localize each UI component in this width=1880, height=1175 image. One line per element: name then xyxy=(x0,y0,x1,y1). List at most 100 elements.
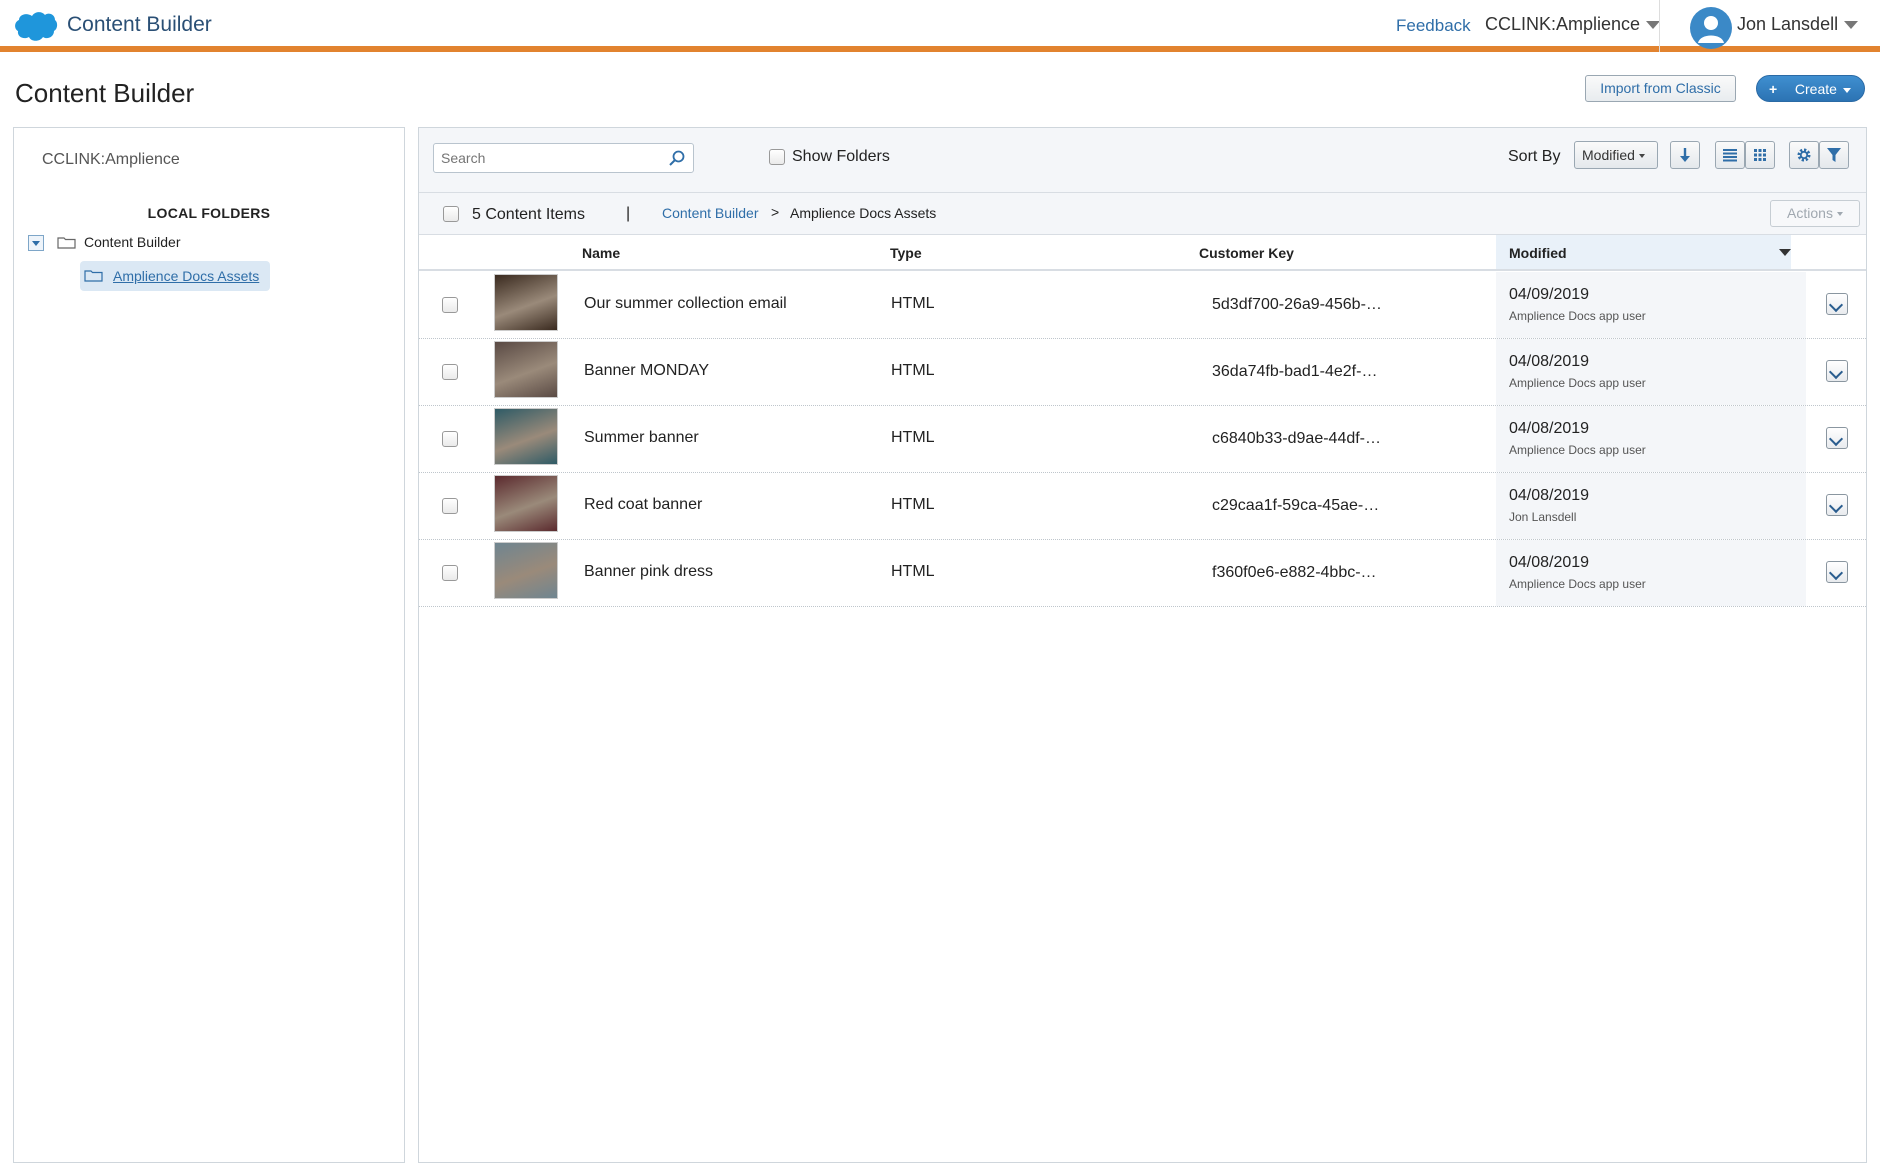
chevron-down-icon xyxy=(1844,21,1859,30)
top-bar: Content Builder Feedback CCLINK:Amplienc… xyxy=(0,0,1880,52)
item-modified-date: 04/08/2019 xyxy=(1509,353,1590,370)
select-all-checkbox[interactable] xyxy=(443,206,459,222)
item-type: HTML xyxy=(891,362,935,379)
item-name[interactable]: Red coat banner xyxy=(584,496,702,514)
create-button[interactable]: + Create xyxy=(1756,75,1865,102)
item-customer-key: c6840b33-d9ae-44df-… xyxy=(1212,430,1382,447)
list-view-icon xyxy=(1723,149,1737,162)
column-header-type[interactable]: Type xyxy=(890,245,922,261)
divider: | xyxy=(626,205,631,222)
item-name[interactable]: Banner MONDAY xyxy=(584,362,709,380)
row-checkbox[interactable] xyxy=(442,297,458,313)
column-header-customer-key[interactable]: Customer Key xyxy=(1199,245,1294,261)
search-input[interactable] xyxy=(434,144,654,172)
column-header-modified[interactable]: Modified xyxy=(1509,245,1567,261)
row-menu-chevron-icon[interactable] xyxy=(1826,293,1848,315)
app-title: Content Builder xyxy=(67,13,212,36)
salesforce-cloud-logo xyxy=(15,12,58,41)
show-folders-label: Show Folders xyxy=(792,148,890,165)
grid-view-button[interactable] xyxy=(1745,141,1775,169)
item-type: HTML xyxy=(891,429,935,446)
item-customer-key: c29caa1f-59ca-45ae-… xyxy=(1212,497,1380,514)
item-customer-key: f360f0e6-e882-4bbc-… xyxy=(1212,564,1377,581)
item-modified-date: 04/08/2019 xyxy=(1509,420,1590,437)
thumbnail[interactable] xyxy=(494,475,558,532)
show-folders-toggle[interactable]: Show Folders xyxy=(769,148,890,166)
item-type: HTML xyxy=(891,295,935,312)
actions-label: Actions xyxy=(1787,205,1833,221)
modified-cell-bg xyxy=(1496,473,1806,539)
thumbnail[interactable] xyxy=(494,542,558,599)
item-modified-date: 04/09/2019 xyxy=(1509,286,1590,303)
item-modified-by: Amplience Docs app user xyxy=(1509,309,1646,323)
business-unit-label: CCLINK:Amplience xyxy=(1485,14,1641,34)
breadcrumb-separator: > xyxy=(771,204,780,220)
avatar[interactable] xyxy=(1690,7,1732,49)
modified-cell-bg xyxy=(1496,272,1806,338)
filter-button[interactable] xyxy=(1819,141,1849,169)
row-checkbox[interactable] xyxy=(442,364,458,380)
import-from-classic-button[interactable]: Import from Classic xyxy=(1585,75,1736,102)
sort-by-label: Sort By xyxy=(1508,148,1561,165)
row-checkbox[interactable] xyxy=(442,565,458,581)
thumbnail[interactable] xyxy=(494,274,558,331)
sort-direction-button[interactable] xyxy=(1670,141,1700,169)
gear-icon xyxy=(1797,148,1811,162)
search-box[interactable] xyxy=(433,143,694,173)
row-checkbox[interactable] xyxy=(442,498,458,514)
item-type: HTML xyxy=(891,563,935,580)
row-menu-chevron-icon[interactable] xyxy=(1826,494,1848,516)
item-name[interactable]: Banner pink dress xyxy=(584,563,713,581)
tree-item-amplience-docs-assets[interactable]: Amplience Docs Assets xyxy=(80,261,270,291)
item-customer-key: 36da74fb-bad1-4e2f-… xyxy=(1212,363,1378,380)
item-modified-date: 04/08/2019 xyxy=(1509,554,1590,571)
tree-item-content-builder[interactable]: Content Builder xyxy=(84,234,181,250)
item-modified-by: Amplience Docs app user xyxy=(1509,443,1646,457)
plus-icon: + xyxy=(1769,81,1778,97)
table-row[interactable]: Red coat banner HTML c29caa1f-59ca-45ae-… 0… xyxy=(419,473,1866,540)
item-modified-by: Amplience Docs app user xyxy=(1509,376,1646,390)
folder-icon xyxy=(57,237,76,249)
item-name[interactable]: Summer banner xyxy=(584,429,699,447)
thumbnail[interactable] xyxy=(494,408,558,465)
chevron-down-icon xyxy=(1842,87,1851,93)
settings-button[interactable] xyxy=(1789,141,1819,169)
item-modified-by: Amplience Docs app user xyxy=(1509,577,1646,591)
row-menu-chevron-icon[interactable] xyxy=(1826,427,1848,449)
table-row[interactable]: Banner pink dress HTML f360f0e6-e882-4bbc-… xyxy=(419,540,1866,607)
row-menu-chevron-icon[interactable] xyxy=(1826,360,1848,382)
show-folders-checkbox[interactable] xyxy=(769,149,785,165)
row-menu-chevron-icon[interactable] xyxy=(1826,561,1848,583)
user-name: Jon Lansdell xyxy=(1737,14,1839,34)
sort-descending-icon[interactable] xyxy=(1779,249,1791,256)
search-icon[interactable] xyxy=(668,149,686,167)
table-header: Name Type Customer Key Modified xyxy=(419,235,1866,271)
sort-by-select[interactable]: Modified xyxy=(1574,141,1658,169)
table-row[interactable]: Banner MONDAY HTML 36da74fb-bad1-4e2f-… 04/… xyxy=(419,339,1866,406)
thumbnail[interactable] xyxy=(494,341,558,398)
actions-button[interactable]: Actions xyxy=(1770,200,1860,227)
filter-icon xyxy=(1827,148,1841,162)
modified-cell-bg xyxy=(1496,540,1806,606)
chevron-down-icon xyxy=(1836,212,1843,217)
row-checkbox[interactable] xyxy=(442,431,458,447)
create-label: Create xyxy=(1794,81,1837,97)
grid-view-icon xyxy=(1754,149,1766,161)
column-header-name[interactable]: Name xyxy=(582,245,620,261)
feedback-link[interactable]: Feedback xyxy=(1396,16,1471,36)
item-customer-key: 5d3df700-26a9-456b-… xyxy=(1212,296,1382,313)
divider xyxy=(1659,0,1660,52)
table-row[interactable]: Our summer collection email HTML 5d3df700-… xyxy=(419,272,1866,339)
modified-cell-bg xyxy=(1496,406,1806,472)
collapse-toggle-icon[interactable] xyxy=(28,235,44,251)
content-list-panel: Show Folders Sort By Modified xyxy=(418,127,1867,1163)
folder-sidebar: CCLINK:Amplience LOCAL FOLDERS Content B… xyxy=(13,127,405,1163)
item-name[interactable]: Our summer collection email xyxy=(584,295,787,313)
breadcrumb-content-builder[interactable]: Content Builder xyxy=(662,205,759,221)
user-menu[interactable]: Jon Lansdell xyxy=(1737,14,1859,35)
arrow-down-icon xyxy=(1680,148,1690,162)
list-view-button[interactable] xyxy=(1715,141,1745,169)
table-row[interactable]: Summer banner HTML c6840b33-d9ae-44df-… 04/… xyxy=(419,406,1866,473)
local-folders-heading: LOCAL FOLDERS xyxy=(147,205,271,221)
business-unit-switcher[interactable]: CCLINK:Amplience xyxy=(1485,14,1661,35)
